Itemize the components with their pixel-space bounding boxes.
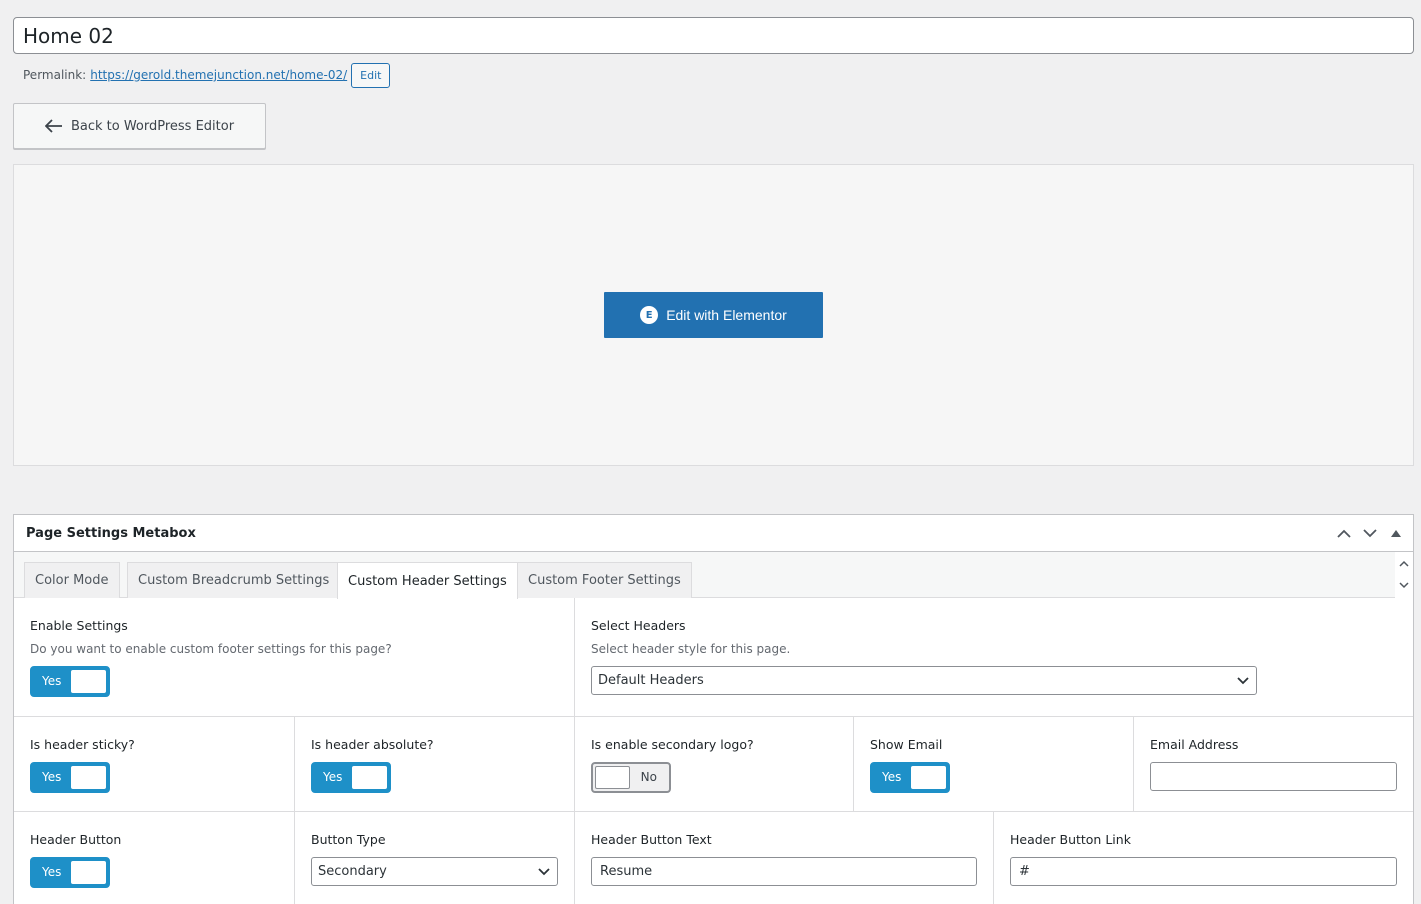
field-enable-settings: Enable Settings Do you want to enable cu… [14,598,575,716]
permalink-bar: Permalink: https://gerold.themejunction.… [23,62,391,88]
collapse-triangle-icon[interactable] [1385,522,1407,544]
permalink-link[interactable]: https://gerold.themejunction.net/home-02… [90,68,347,82]
header-sticky-toggle[interactable]: Yes [30,762,110,793]
tab-custom-breadcrumb-settings[interactable]: Custom Breadcrumb Settings [127,562,341,598]
enable-settings-toggle[interactable]: Yes [30,666,110,697]
select-headers-dropdown[interactable]: Default Headers [591,666,1257,695]
scroll-up-icon[interactable] [1395,552,1413,574]
tab-custom-header-settings[interactable]: Custom Header Settings [337,562,518,599]
settings-tabs: Color Mode Custom Breadcrumb Settings Cu… [14,552,1395,599]
metabox-title: Page Settings Metabox [26,525,196,541]
elementor-icon: E [640,306,659,324]
field-header-button-text: Header Button Text [575,812,994,904]
field-select-headers: Select Headers Select header style for t… [575,598,1413,716]
elementor-panel: E Edit with Elementor [13,164,1414,466]
button-type-dropdown[interactable]: Secondary [311,857,558,886]
tabs-scrollbar[interactable] [1395,552,1413,598]
elementor-button-label: Edit with Elementor [666,307,787,323]
chevron-down-icon [1237,676,1249,684]
back-button-label: Back to WordPress Editor [70,118,235,134]
chevron-down-icon[interactable] [1359,522,1381,544]
field-header-sticky: Is header sticky? Yes [14,717,295,811]
post-title-input[interactable] [13,17,1414,54]
field-header-absolute: Is header absolute? Yes [295,717,575,811]
header-button-link-input[interactable] [1010,857,1397,886]
field-button-type: Button Type Secondary [295,812,575,904]
field-email-address: Email Address [1134,717,1413,811]
header-button-toggle[interactable]: Yes [30,857,110,888]
tab-custom-footer-settings[interactable]: Custom Footer Settings [517,562,692,598]
scroll-down-icon[interactable] [1395,574,1413,596]
permalink-edit-button[interactable]: Edit [351,62,391,88]
settings-row-3: Header Button Yes Button Type Secondary … [14,812,1413,904]
permalink-label: Permalink: [23,68,87,82]
secondary-logo-toggle[interactable]: No [591,762,671,793]
field-header-button: Header Button Yes [14,812,295,904]
metabox-header: Page Settings Metabox [14,515,1413,552]
field-secondary-logo: Is enable secondary logo? No [575,717,854,811]
arrow-left-icon [44,119,62,133]
edit-with-elementor-button[interactable]: E Edit with Elementor [604,292,823,338]
tab-color-mode[interactable]: Color Mode [24,562,120,598]
back-to-wordpress-editor-button[interactable]: Back to WordPress Editor [13,103,266,149]
chevron-down-icon [538,867,550,875]
settings-row-2: Is header sticky? Yes Is header absolute… [14,717,1413,812]
chevron-up-icon[interactable] [1333,522,1355,544]
header-absolute-toggle[interactable]: Yes [311,762,391,793]
settings-row-1: Enable Settings Do you want to enable cu… [14,598,1413,717]
header-button-text-input[interactable] [591,857,977,886]
email-address-input[interactable] [1150,762,1397,791]
field-show-email: Show Email Yes [854,717,1134,811]
field-header-button-link: Header Button Link [994,812,1413,904]
page-settings-metabox: Page Settings Metabox Color Mode Custom … [13,514,1414,904]
show-email-toggle[interactable]: Yes [870,762,950,793]
